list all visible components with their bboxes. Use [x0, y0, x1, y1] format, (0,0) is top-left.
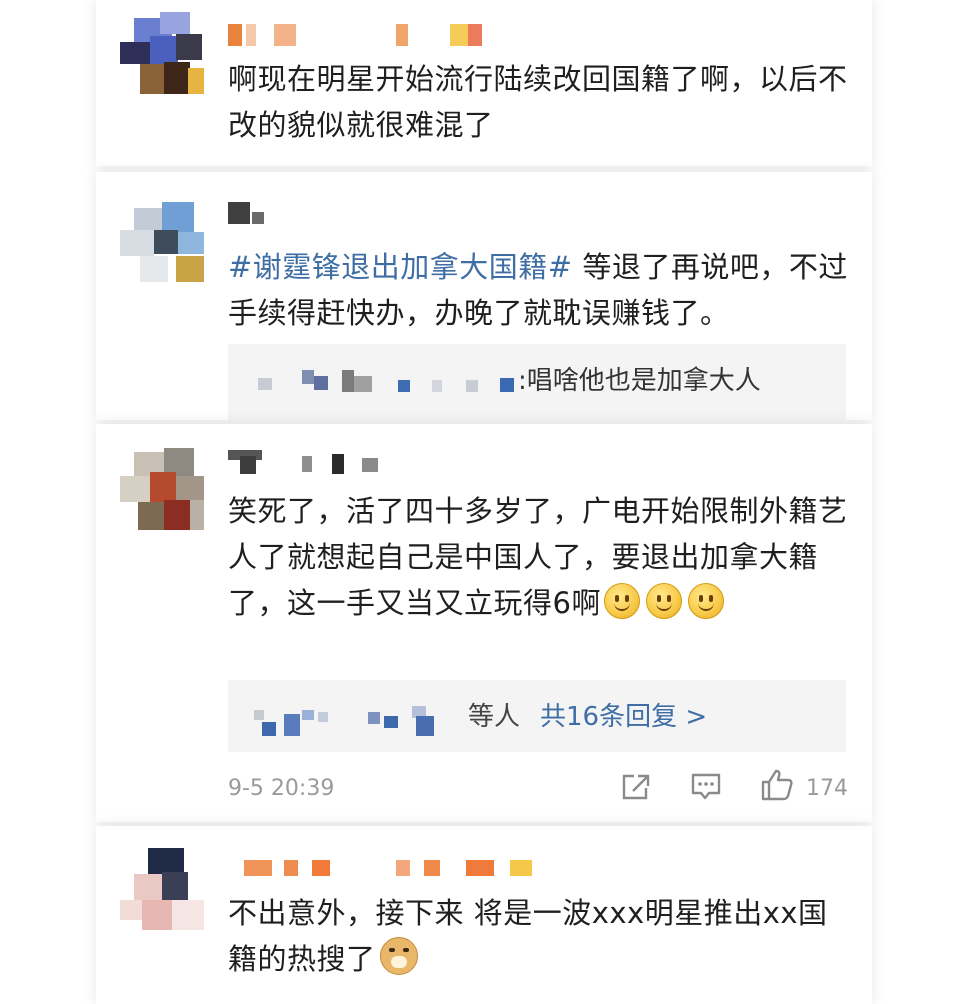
- view-replies-link[interactable]: 共16条回复 >: [540, 696, 707, 733]
- comment-text: 笑死了，活了四十多岁了，广电开始限制外籍艺人了就想起自己是中国人了，要退出加拿大…: [228, 494, 848, 620]
- comment-timestamp: 9-5 20:39: [228, 776, 335, 801]
- reply-summary[interactable]: 等人 共16条回复 >: [228, 680, 846, 752]
- comment-card: 啊现在明星开始流行陆续改回国籍了啊，以后不改的貌似就很难混了: [96, 0, 872, 166]
- share-icon[interactable]: [620, 772, 652, 802]
- comment-card: 不出意外，接下来 将是一波xxx明星推出xx国籍的热搜了: [96, 826, 872, 1004]
- reply-preview[interactable]: :唱啥他也是加拿大人: [228, 344, 846, 420]
- user-avatar[interactable]: [120, 848, 206, 934]
- user-avatar[interactable]: [120, 202, 206, 288]
- user-avatar[interactable]: [120, 12, 206, 98]
- comment-icon[interactable]: [690, 772, 722, 802]
- comment-text: 不出意外，接下来 将是一波xxx明星推出xx国籍的热搜了: [228, 896, 828, 976]
- reply-suffix: 等人: [468, 702, 521, 732]
- topic-link[interactable]: #谢霆锋退出加拿大国籍#: [228, 250, 573, 284]
- smile-emoji: [687, 583, 724, 619]
- comment-card: 笑死了，活了四十多岁了，广电开始限制外籍艺人了就想起自己是中国人了，要退出加拿大…: [96, 424, 872, 822]
- doge-emoji: [379, 937, 418, 975]
- comment-text: #谢霆锋退出加拿大国籍# 等退了再说吧，不过手续得赶快办，办晚了就耽误赚钱了。: [228, 250, 848, 330]
- comment-text: 啊现在明星开始流行陆续改回国籍了啊，以后不改的貌似就很难混了: [228, 62, 848, 142]
- smile-emoji: [603, 583, 640, 619]
- smile-emoji: [645, 583, 682, 619]
- like-count: 174: [806, 776, 848, 801]
- comment-card: #谢霆锋退出加拿大国籍# 等退了再说吧，不过手续得赶快办，办晚了就耽误赚钱了。 …: [96, 172, 872, 420]
- user-avatar[interactable]: [120, 448, 206, 534]
- reply-text: :唱啥他也是加拿大人: [518, 366, 761, 396]
- like-icon[interactable]: [760, 768, 794, 802]
